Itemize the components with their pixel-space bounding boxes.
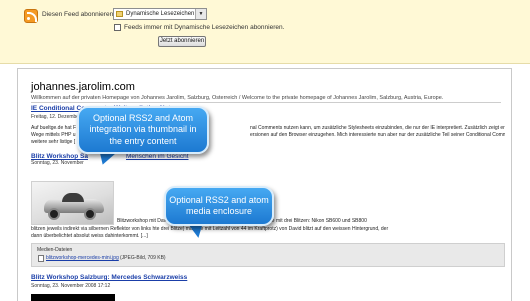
feed-reader-select[interactable]: Dynamische Lesezeichen ▼ [113,8,207,20]
entry-title-blitz-workshop[interactable]: Blitz Workshop Sa [31,153,88,160]
entry-line: nal Comments nutzen kann, um zusätzliche… [250,125,505,131]
entry-thumbnail-car[interactable] [31,181,114,225]
entry-title-mercedes[interactable]: Blitz Workshop Salzburg: Mercedes Schwar… [31,274,187,281]
media-file-info: (JPEG-Bild, 709 KB) [120,255,166,261]
media-enclosure-box: Medien-Dateien blitzworkshop-mercedes-mi… [31,243,505,267]
subscribe-now-button[interactable]: Jetzt abonnieren [158,36,206,47]
feed-reader-selected: Dynamische Lesezeichen [126,11,195,17]
feed-title: johannes.jarolim.com [31,81,135,93]
always-use-checkbox[interactable] [114,24,121,31]
entry-summary-left: Auf bueltge.de hat F Wege mittels PHP u … [31,125,76,146]
chevron-down-icon[interactable]: ▼ [195,9,206,19]
callout-enclosure-text: Optional RSS2 and atom media enclosure [169,194,269,217]
car-wheel [48,208,60,220]
entry-date: Sonntag, 23. November [31,160,84,166]
media-files-label: Medien-Dateien [37,247,73,253]
entry-title-blitz-workshop-rest[interactable]: Menschen im Gesicht [126,153,189,160]
feed-preview: johannes.jarolim.com Willkommen auf der … [17,68,512,301]
entry-line: Auf bueltge.de hat F [31,125,77,131]
live-bookmark-icon [116,11,123,17]
always-use-label: Feeds immer mit Dynamische Lesezeichen a… [124,24,285,31]
entry-body-line: blitzen jeweils indirekt via silbernen R… [31,226,389,232]
entry-thumbnail-dark[interactable] [31,294,115,301]
entry-line: ersionen auf den Browser einzugehen. Mic… [250,132,505,138]
callout-thumbnail-text: Optional RSS2 and Atom integration via t… [89,112,197,146]
file-icon [38,255,44,262]
feed-subscribe-bar: Diesen Feed abonnieren mit Dynamische Le… [0,0,530,64]
entry-line: Wege mittels PHP u [31,132,76,138]
rss-feed-icon [24,9,38,23]
subscribe-with-label: Diesen Feed abonnieren mit [42,11,124,18]
media-file-link[interactable]: blitzworkshop-mercedes-mini.jpg [46,255,119,261]
feed-subtitle: Willkommen auf der privaten Homepage von… [31,95,444,101]
car-cabin [62,193,84,202]
entry-summary-right: nal Comments nutzen kann, um zusätzliche… [250,125,505,139]
car-wheel [84,208,96,220]
entry-date: Sonntag, 23. November 2008 17:12 [31,283,111,289]
entry-line: weitere sehr listige [ [31,139,76,145]
callout-thumbnail: Optional RSS2 and Atom integration via t… [77,106,209,154]
entry-date: Freitag, 12. Dezember [31,114,81,120]
callout-enclosure: Optional RSS2 and atom media enclosure [164,186,274,226]
divider [31,102,501,103]
entry-body-line: dann überbelichtet absolut weiss dahinte… [31,233,148,239]
